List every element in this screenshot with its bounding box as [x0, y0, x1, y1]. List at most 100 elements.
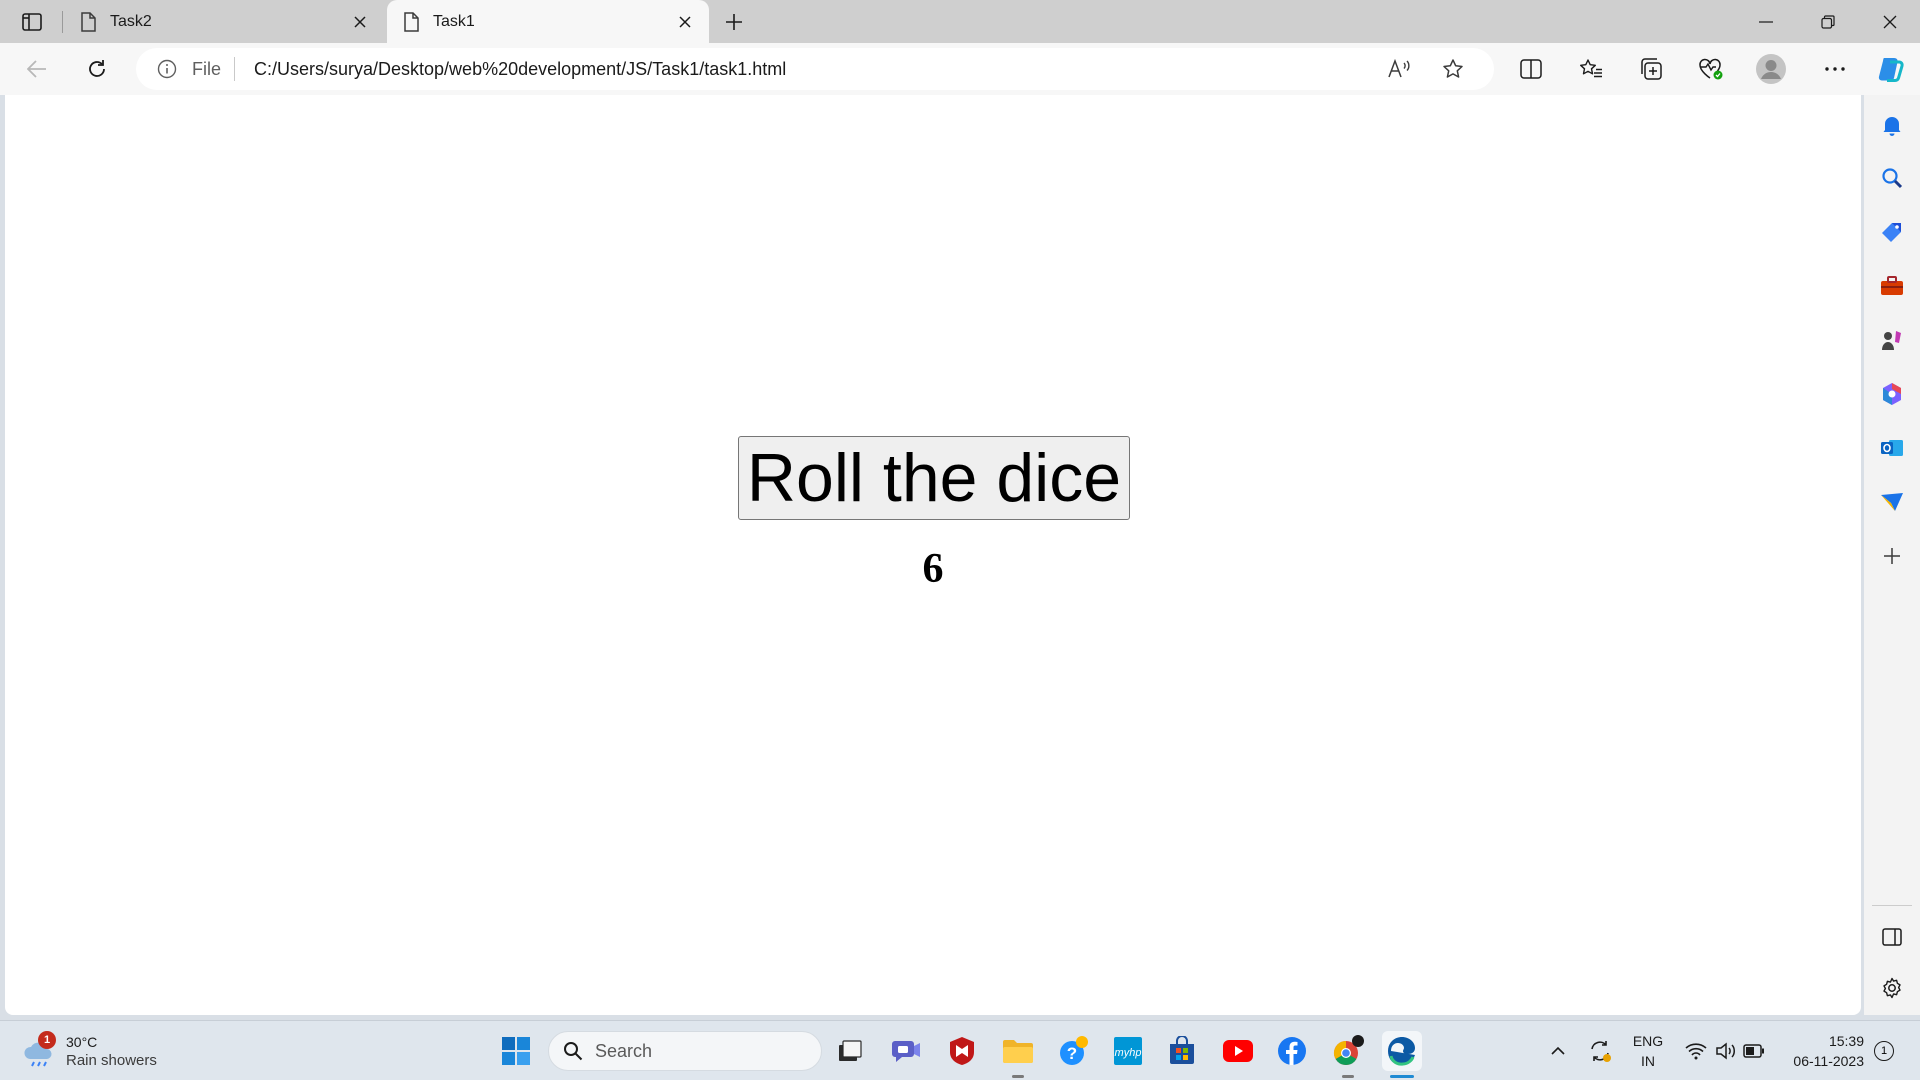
more-icon — [1825, 67, 1845, 71]
plus-icon — [726, 14, 742, 30]
minimize-button[interactable] — [1735, 0, 1797, 43]
close-tab-button[interactable] — [673, 10, 697, 34]
add-icon — [1884, 548, 1900, 564]
restore-button[interactable] — [1797, 0, 1859, 43]
folder-icon — [1003, 1040, 1033, 1063]
document-icon — [80, 11, 96, 32]
help-icon: ? — [1060, 1036, 1088, 1065]
dice-result: 6 — [922, 546, 944, 592]
close-icon — [679, 15, 691, 28]
shopping-button[interactable] — [1876, 216, 1908, 248]
tag-icon — [1882, 223, 1901, 242]
games-button[interactable] — [1876, 324, 1908, 356]
youtube-button[interactable] — [1218, 1031, 1258, 1071]
volume-icon — [1716, 1042, 1735, 1060]
url-text[interactable]: C:/Users/surya/Desktop/web%20development… — [254, 59, 786, 80]
profile-icon — [1756, 54, 1786, 84]
facebook-icon — [1278, 1037, 1306, 1065]
search-icon — [563, 1041, 583, 1061]
collections-button[interactable] — [1632, 51, 1670, 87]
favorites-icon — [1580, 59, 1602, 78]
close-window-button[interactable] — [1859, 0, 1920, 43]
address-divider — [234, 57, 235, 81]
start-button[interactable] — [496, 1031, 536, 1071]
close-tab-button[interactable] — [348, 10, 372, 34]
browser-toolbar: File C:/Users/surya/Desktop/web%20develo… — [0, 43, 1920, 95]
close-icon — [354, 15, 366, 28]
weather-badge: 1 — [38, 1031, 56, 1049]
add-sidebar-app-button[interactable] — [1876, 540, 1908, 572]
battery-status[interactable] — [1738, 1031, 1770, 1071]
facebook-button[interactable] — [1272, 1031, 1312, 1071]
copilot-icon — [1878, 58, 1904, 82]
drop-button[interactable] — [1876, 486, 1908, 518]
notifications-button[interactable] — [1876, 109, 1908, 141]
chevron-up-icon — [1551, 1046, 1565, 1055]
collections-icon — [1641, 58, 1662, 80]
tools-button[interactable] — [1876, 270, 1908, 302]
svg-text:myhp: myhp — [1115, 1047, 1142, 1059]
address-bar[interactable]: File C:/Users/surya/Desktop/web%20develo… — [136, 48, 1494, 90]
mcafee-shield-icon — [950, 1037, 974, 1065]
heart-pulse-icon — [1699, 58, 1723, 80]
copilot-button[interactable] — [1872, 51, 1910, 87]
running-indicator — [1342, 1075, 1354, 1078]
split-screen-button[interactable] — [1512, 51, 1550, 87]
clock-date: 06-11-2023 — [1793, 1053, 1864, 1069]
favorites-button[interactable] — [1572, 51, 1610, 87]
refresh-button[interactable] — [78, 51, 116, 87]
sidebar-divider — [1872, 905, 1912, 906]
task-view-button[interactable] — [830, 1031, 870, 1071]
search-placeholder: Search — [595, 1040, 653, 1061]
show-hidden-icons-button[interactable] — [1544, 1031, 1572, 1071]
back-button[interactable] — [18, 51, 56, 87]
youtube-icon — [1223, 1040, 1253, 1062]
file-explorer-button[interactable] — [998, 1031, 1038, 1071]
sidebar-settings-button[interactable] — [1876, 972, 1908, 1004]
microsoft-store-button[interactable] — [1162, 1031, 1202, 1071]
read-aloud-button[interactable] — [1384, 54, 1414, 84]
svg-text:?: ? — [1067, 1044, 1077, 1063]
weather-icon: 1 — [22, 1031, 58, 1069]
office-button[interactable] — [1876, 378, 1908, 410]
tab-actions-button[interactable] — [14, 8, 50, 36]
sync-button[interactable] — [1584, 1031, 1616, 1071]
info-icon[interactable] — [156, 58, 178, 80]
close-icon — [1883, 15, 1897, 28]
edge-button[interactable] — [1382, 1031, 1422, 1071]
tab-task1[interactable]: Task1 — [387, 0, 709, 43]
roll-dice-button[interactable]: Roll the dice — [738, 436, 1130, 520]
myhp-button[interactable]: myhp — [1108, 1031, 1148, 1071]
tab-actions-icon — [22, 13, 42, 31]
edge-icon — [1388, 1037, 1415, 1066]
windows-taskbar: 1 30°C Rain showers Search ? myhp ENG IN… — [0, 1020, 1920, 1080]
wifi-status[interactable] — [1680, 1031, 1712, 1071]
favorite-button[interactable] — [1438, 54, 1468, 84]
scheme-label: File — [192, 59, 222, 79]
split-screen-icon — [1520, 59, 1542, 79]
notification-center-button[interactable]: 1 — [1874, 1041, 1894, 1061]
windows-icon — [502, 1037, 530, 1065]
language-code: ENG — [1632, 1033, 1664, 1049]
weather-condition: Rain showers — [66, 1051, 157, 1069]
games-icon — [1882, 331, 1901, 350]
new-tab-button[interactable] — [718, 6, 750, 38]
chrome-button[interactable] — [1328, 1031, 1368, 1071]
taskbar-search[interactable]: Search — [548, 1031, 822, 1071]
outlook-button[interactable] — [1876, 432, 1908, 464]
more-button[interactable] — [1816, 51, 1854, 87]
teams-button[interactable] — [886, 1031, 926, 1071]
profile-button[interactable] — [1752, 51, 1790, 87]
get-help-button[interactable]: ? — [1054, 1031, 1094, 1071]
system-clock[interactable]: 15:39 06-11-2023 — [1774, 1031, 1864, 1071]
weather-widget[interactable]: 1 30°C Rain showers — [22, 1029, 157, 1073]
tab-task2[interactable]: Task2 — [64, 0, 384, 43]
running-indicator — [1012, 1075, 1024, 1078]
browser-essentials-button[interactable] — [1692, 51, 1730, 87]
store-icon — [1170, 1036, 1194, 1064]
mcafee-button[interactable] — [942, 1031, 982, 1071]
sidebar-search-button[interactable] — [1876, 162, 1908, 194]
page-content: Roll the dice 6 — [5, 95, 1861, 1015]
language-indicator[interactable]: ENG IN — [1628, 1031, 1668, 1071]
hide-sidebar-button[interactable] — [1876, 921, 1908, 953]
